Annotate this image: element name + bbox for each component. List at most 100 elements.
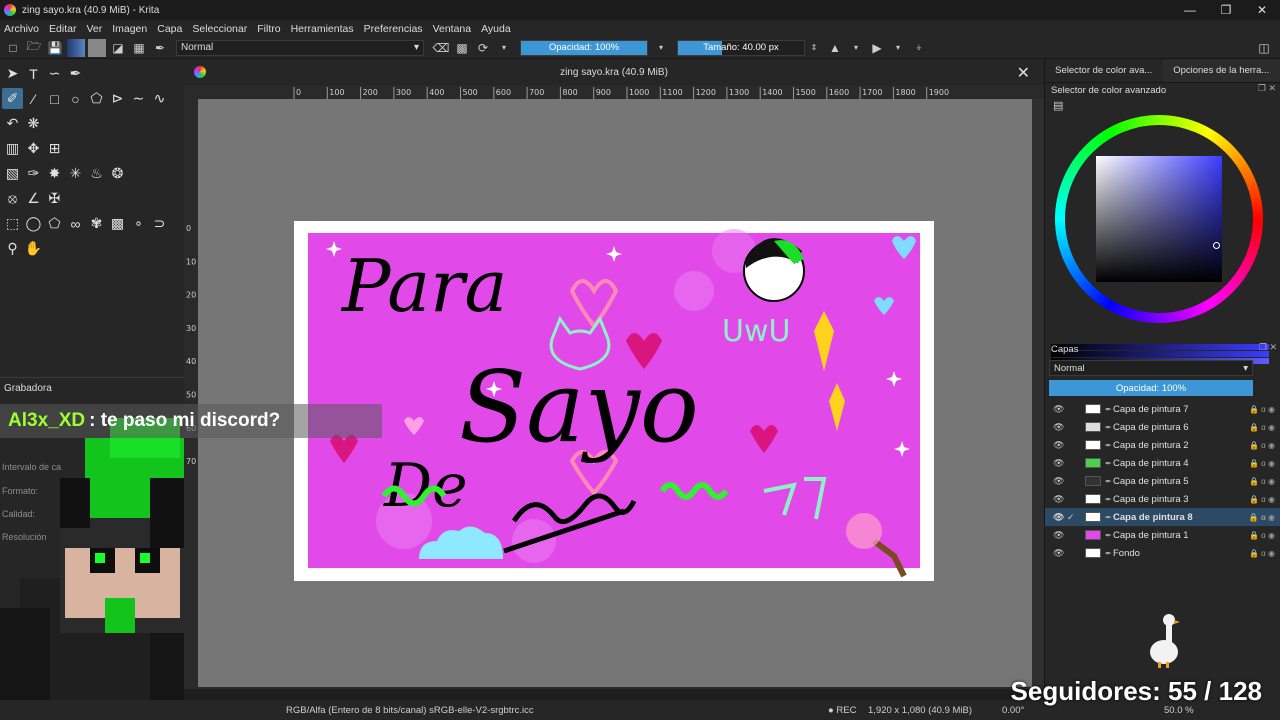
alpha-lock-icon[interactable]: ▩: [453, 39, 471, 57]
tab-tool-options[interactable]: Opciones de la herra...: [1162, 59, 1280, 82]
pattern-icon[interactable]: [88, 38, 106, 57]
save-icon[interactable]: 💾: [46, 39, 64, 57]
color-cursor[interactable]: [1213, 242, 1220, 249]
color-picker-icon[interactable]: ✑: [23, 163, 44, 184]
freehand-brush-icon[interactable]: ✐: [2, 88, 23, 109]
brush-preset-icon[interactable]: ✒: [151, 39, 169, 57]
zoom-tool-icon[interactable]: ⚲: [2, 238, 23, 259]
stepper-icon[interactable]: ⇕: [805, 39, 823, 57]
menu-ventana[interactable]: Ventana: [433, 23, 472, 35]
move-tool-icon[interactable]: ✥: [23, 138, 44, 159]
menu-capa[interactable]: Capa: [157, 23, 182, 35]
chevron-down-icon[interactable]: ▾: [847, 39, 865, 57]
dock-float-close-icon[interactable]: ❐ ✕: [1258, 83, 1276, 94]
gradient-icon[interactable]: [67, 38, 85, 57]
open-folder-icon[interactable]: 🗁: [25, 39, 43, 57]
menu-editar[interactable]: Editar: [49, 23, 76, 35]
dock-float-close-icon[interactable]: ❐ ✕: [1259, 342, 1277, 353]
size-slider[interactable]: Tamaño: 40.00 px: [677, 39, 805, 56]
minimize-icon[interactable]: —: [1172, 0, 1208, 20]
mirror-vertical-icon[interactable]: ▶: [868, 39, 886, 57]
menu-imagen[interactable]: Imagen: [112, 23, 147, 35]
layer-row[interactable]: 👁 ✒ Capa de pintura 3 🔒 α ◉: [1045, 490, 1280, 508]
layer-lock-icon[interactable]: 🔒 α ◉: [1249, 441, 1275, 450]
bezier-tool-icon[interactable]: ∼: [128, 88, 149, 109]
rectangle-tool-icon[interactable]: □: [44, 88, 65, 109]
freehand-path-icon[interactable]: ∿: [149, 88, 170, 109]
vertical-scrollbar[interactable]: [1032, 99, 1044, 689]
menu-filtro[interactable]: Filtro: [257, 23, 280, 35]
chevron-down-icon[interactable]: ▾: [889, 39, 907, 57]
enclose-fill-icon[interactable]: ❂: [107, 163, 128, 184]
menu-ayuda[interactable]: Ayuda: [481, 23, 511, 35]
reload-icon[interactable]: ⟳: [474, 39, 492, 57]
visibility-eye-icon[interactable]: 👁: [1053, 530, 1067, 541]
chevron-down-icon[interactable]: ▾: [652, 39, 670, 57]
layer-row[interactable]: 👁 ✒ Capa de pintura 6 🔒 α ◉: [1045, 418, 1280, 436]
freehand-select-icon[interactable]: ∞: [65, 213, 86, 234]
layer-blend-select[interactable]: Normal ▾: [1049, 360, 1253, 376]
bezier-select-icon[interactable]: ∘: [128, 213, 149, 234]
magnetic-select-icon[interactable]: ⊃: [149, 213, 170, 234]
pan-tool-icon[interactable]: ✋: [23, 238, 44, 259]
color-swap-icon[interactable]: ◪: [109, 39, 127, 57]
layer-opacity-slider[interactable]: Opacidad: 100%: [1049, 380, 1253, 396]
ellipse-select-icon[interactable]: ◯: [23, 213, 44, 234]
menu-herramientas[interactable]: Herramientas: [291, 23, 354, 35]
visibility-eye-icon[interactable]: 👁: [1053, 512, 1067, 523]
colorize-mask-icon[interactable]: ✳: [65, 163, 86, 184]
calligraphy-icon[interactable]: ✒: [65, 63, 86, 84]
polygon-tool-icon[interactable]: ⬠: [86, 88, 107, 109]
menu-ver[interactable]: Ver: [86, 23, 102, 35]
layer-lock-icon[interactable]: 🔒 α ◉: [1249, 531, 1275, 540]
mirror-horizontal-icon[interactable]: ▲: [826, 39, 844, 57]
polyline-tool-icon[interactable]: ⊳: [107, 88, 128, 109]
layer-row[interactable]: 👁 ✒ Capa de pintura 2 🔒 α ◉: [1045, 436, 1280, 454]
visibility-eye-icon[interactable]: 👁: [1053, 422, 1067, 433]
close-icon[interactable]: ✕: [1244, 0, 1280, 20]
visibility-eye-icon[interactable]: 👁: [1053, 548, 1067, 559]
contiguous-select-icon[interactable]: ✾: [86, 213, 107, 234]
maximize-icon[interactable]: ❐: [1208, 0, 1244, 20]
multibrush-icon[interactable]: ❋: [23, 113, 44, 134]
similar-select-icon[interactable]: ▩: [107, 213, 128, 234]
layer-row[interactable]: 👁 ✒ Capa de pintura 5 🔒 α ◉: [1045, 472, 1280, 490]
layer-row[interactable]: 👁 ✒ Capa de pintura 1 🔒 α ◉: [1045, 526, 1280, 544]
rect-select-icon[interactable]: ⬚: [2, 213, 23, 234]
visibility-eye-icon[interactable]: 👁: [1053, 476, 1067, 487]
wrap-around-icon[interactable]: ⍖: [910, 39, 928, 57]
saturation-value-square[interactable]: [1096, 156, 1222, 282]
layer-row[interactable]: 👁 ✓ ✒ Capa de pintura 8 🔒 α ◉: [1045, 508, 1280, 526]
menu-seleccionar[interactable]: Seleccionar: [192, 23, 247, 35]
visibility-eye-icon[interactable]: 👁: [1053, 440, 1067, 451]
layer-lock-icon[interactable]: 🔒 α ◉: [1249, 495, 1275, 504]
new-document-icon[interactable]: □: [4, 39, 22, 57]
menu-archivo[interactable]: Archivo: [4, 23, 39, 35]
tab-color-selector[interactable]: Selector de color ava...: [1045, 59, 1163, 82]
artboard[interactable]: Para Sayo De UwU: [294, 221, 934, 581]
assistant-tool-icon[interactable]: ⦻: [2, 188, 23, 209]
transform-tool-icon[interactable]: ⊞: [44, 138, 65, 159]
fill-bucket-icon[interactable]: ♨: [86, 163, 107, 184]
layer-lock-icon[interactable]: 🔒 α ◉: [1249, 405, 1275, 414]
chevron-down-icon[interactable]: ▾: [495, 39, 513, 57]
smart-patch-icon[interactable]: ✸: [44, 163, 65, 184]
menu-preferencias[interactable]: Preferencias: [364, 23, 423, 35]
reference-tool-icon[interactable]: ✠: [44, 188, 65, 209]
visibility-eye-icon[interactable]: 👁: [1053, 404, 1067, 415]
opacity-slider[interactable]: Opacidad: 100%: [520, 39, 648, 56]
dynamic-brush-icon[interactable]: ↶: [2, 113, 23, 134]
visibility-eye-icon[interactable]: 👁: [1053, 494, 1067, 505]
gradient-tool-icon[interactable]: ▧: [2, 163, 23, 184]
visibility-eye-icon[interactable]: 👁: [1053, 458, 1067, 469]
layer-lock-icon[interactable]: 🔒 α ◉: [1249, 477, 1275, 486]
layer-lock-icon[interactable]: 🔒 α ◉: [1249, 459, 1275, 468]
layer-lock-icon[interactable]: 🔒 α ◉: [1249, 549, 1275, 558]
layer-row[interactable]: 👁 ✒ Capa de pintura 7 🔒 α ◉: [1045, 400, 1280, 418]
layer-lock-icon[interactable]: 🔒 α ◉: [1249, 423, 1275, 432]
reset-colors-icon[interactable]: ▦: [130, 39, 148, 57]
document-tab[interactable]: zing sayo.kra (40.9 MiB) ✕: [184, 59, 1044, 85]
measure-tool-icon[interactable]: ∠: [23, 188, 44, 209]
dockers-toggle-icon[interactable]: ◫: [1255, 39, 1273, 57]
edit-shapes-icon[interactable]: ∽: [44, 63, 65, 84]
